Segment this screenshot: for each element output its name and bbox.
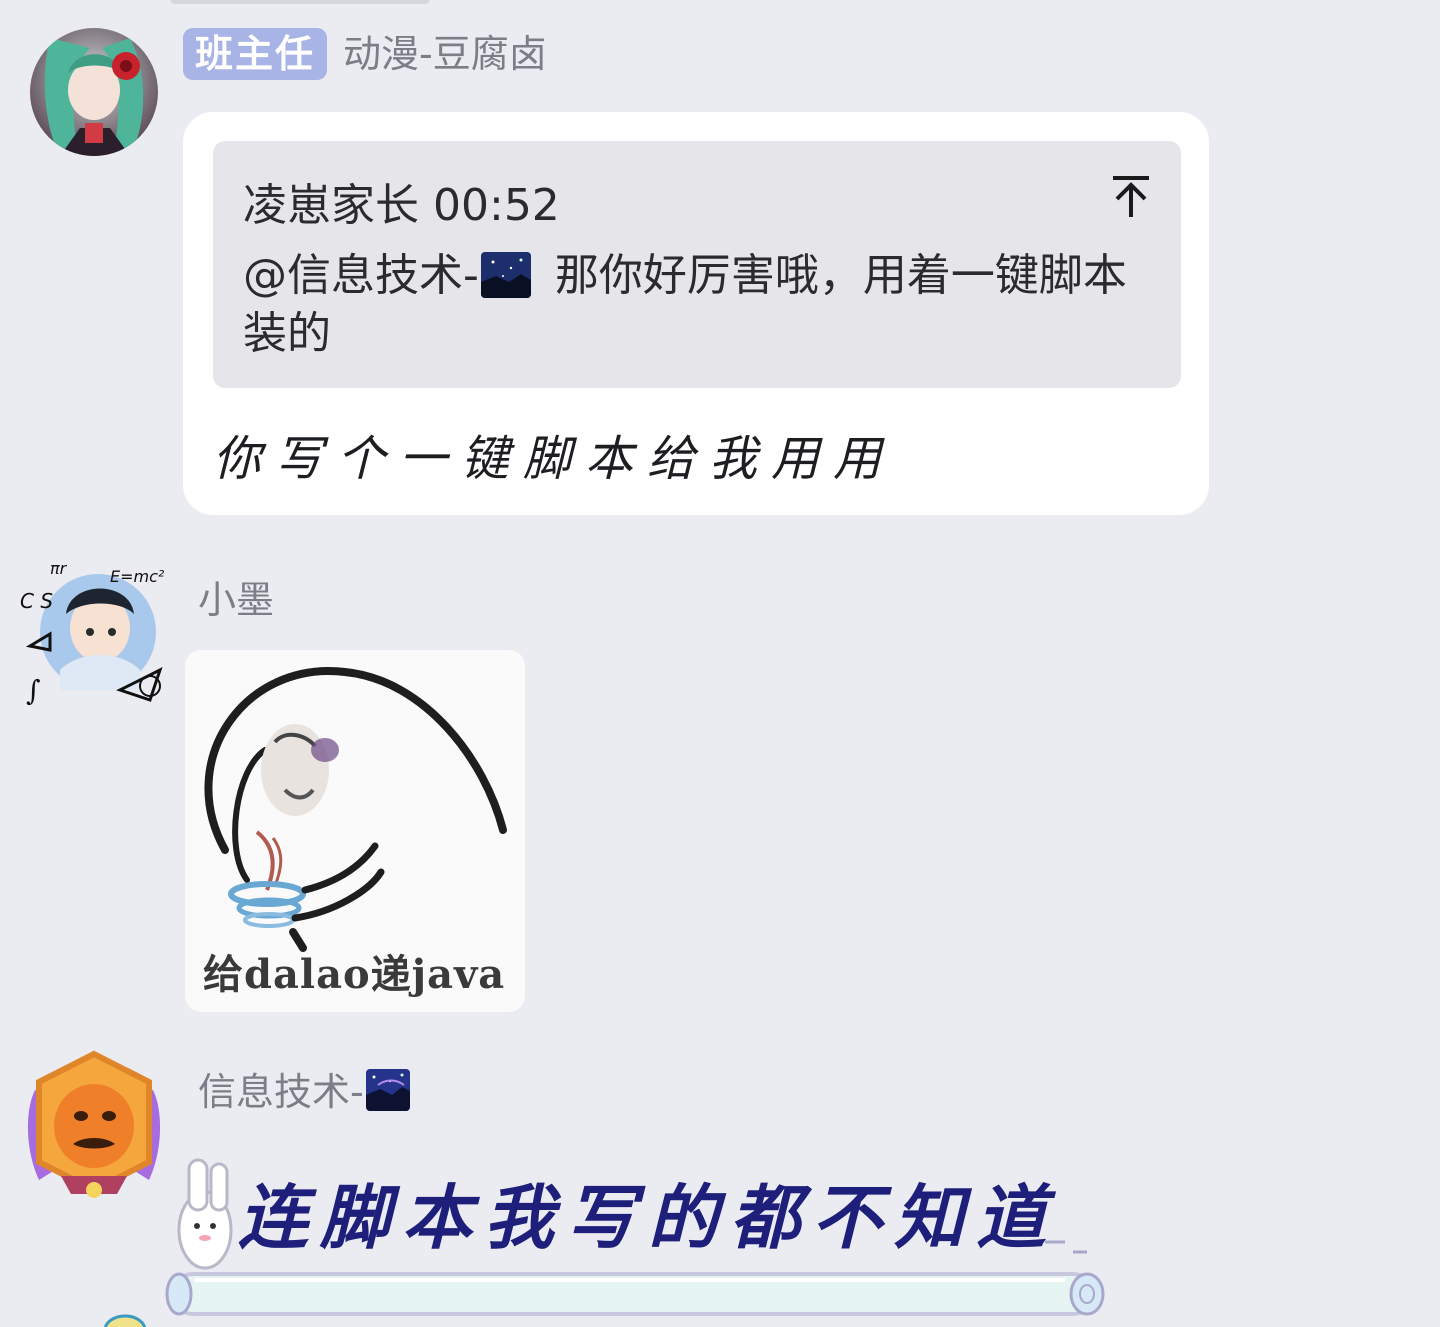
sender-name[interactable]: 小墨 [198, 576, 274, 624]
message-text: 连脚本我写的都不知道 [238, 1176, 1058, 1259]
svg-text:πr: πr [50, 559, 68, 578]
quote-author: 凌崽家长 [243, 180, 419, 231]
sender-name: 信息技术- [198, 1070, 364, 1114]
quote-text: @信息技术- 那你好厉害哦，用着一键脚本装的 [243, 247, 1141, 363]
night-sky-emoji [365, 1069, 410, 1111]
avatar[interactable]: C S E=mc² πr ∫ [20, 550, 170, 710]
chat-screen: 班主任 动漫-豆腐卤 凌崽家长 00:52 @信息技术- 那你好厉害哦，用着一键… [0, 0, 1440, 1327]
quote-time: 00:52 [433, 180, 560, 231]
meme-caption: 给dalao递java [203, 951, 506, 998]
svg-text:C S: C S [20, 589, 53, 613]
quote-header: 凌崽家长 00:52 [243, 169, 560, 233]
previous-message-edge [0, 0, 1440, 8]
next-message-avatar[interactable] [100, 1310, 150, 1327]
message-header: 班主任 动漫-豆腐卤 [183, 28, 547, 80]
mention[interactable]: @信息技术- [243, 250, 479, 301]
night-sky-emoji [480, 252, 531, 298]
avatar[interactable] [30, 28, 158, 156]
message-text: 你写个一键脚本给我用用 [213, 431, 896, 487]
message-bubble[interactable]: 凌崽家长 00:52 @信息技术- 那你好厉害哦，用着一键脚本装的 你写个一键脚… [183, 112, 1209, 515]
sender-name-group[interactable]: 信息技术- [198, 1068, 420, 1116]
svg-text:∫: ∫ [26, 674, 41, 707]
avatar[interactable] [25, 1050, 163, 1205]
message-header: 小墨 [198, 576, 274, 624]
svg-text:E=mc²: E=mc² [110, 567, 165, 586]
sender-name[interactable]: 动漫-豆腐卤 [343, 30, 547, 78]
quoted-reply[interactable]: 凌崽家长 00:52 @信息技术- 那你好厉害哦，用着一键脚本装的 [213, 141, 1181, 388]
pin-top-icon[interactable] [1111, 175, 1151, 219]
message-header: 信息技术- [198, 1068, 420, 1116]
meme-sticker-image[interactable]: 给dalao递java [185, 650, 525, 1012]
role-badge: 班主任 [183, 28, 328, 80]
